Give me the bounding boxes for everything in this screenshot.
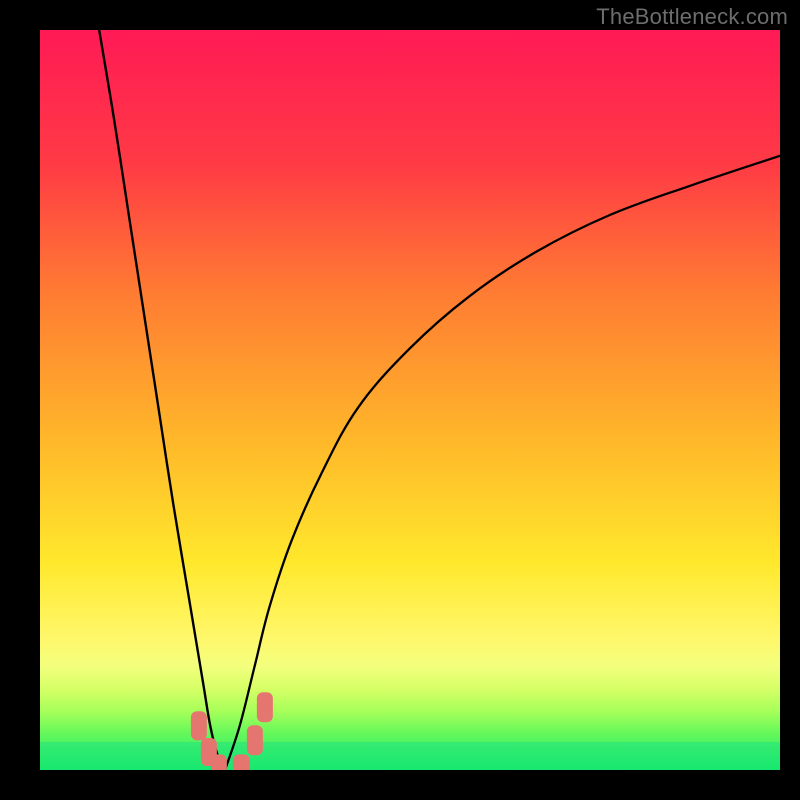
outer-frame: TheBottleneck.com <box>0 0 800 800</box>
trough-marker <box>233 754 249 770</box>
curve-svg <box>40 30 780 770</box>
plot-area <box>40 30 780 770</box>
trough-marker <box>246 726 262 756</box>
trough-marker <box>191 711 207 741</box>
curve-right <box>225 156 780 770</box>
trough-marker <box>257 692 273 722</box>
curve-left <box>99 30 225 770</box>
watermark-text: TheBottleneck.com <box>596 4 788 30</box>
trough-marker <box>211 754 227 770</box>
